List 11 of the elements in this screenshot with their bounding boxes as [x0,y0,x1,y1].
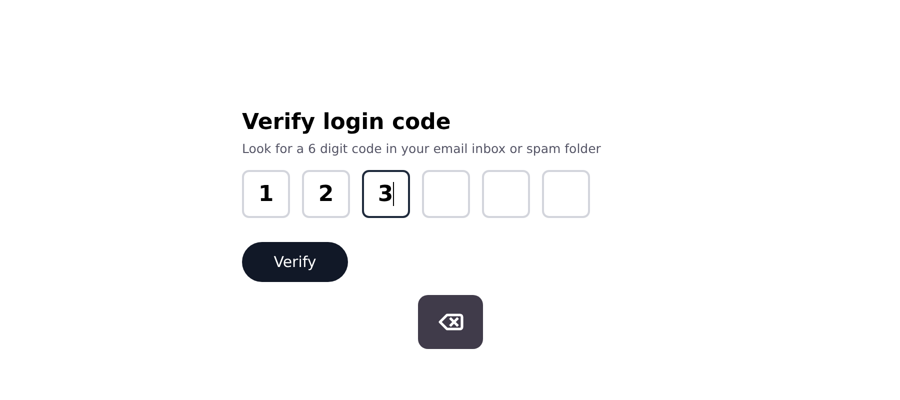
instruction-text: Look for a 6 digit code in your email inbox or spam folder [242,141,602,156]
digit-field[interactable] [422,170,470,218]
backspace-icon [438,312,464,332]
page-title: Verify login code [242,109,452,137]
digit-field[interactable]: 2 [302,170,350,218]
verify-button[interactable]: Verify [242,242,348,282]
backspace-key[interactable] [418,295,483,349]
digit-field[interactable] [542,170,590,218]
digit-field[interactable]: 1 [242,170,290,218]
digit-field[interactable] [482,170,530,218]
digit-field[interactable]: 3 [362,170,410,218]
